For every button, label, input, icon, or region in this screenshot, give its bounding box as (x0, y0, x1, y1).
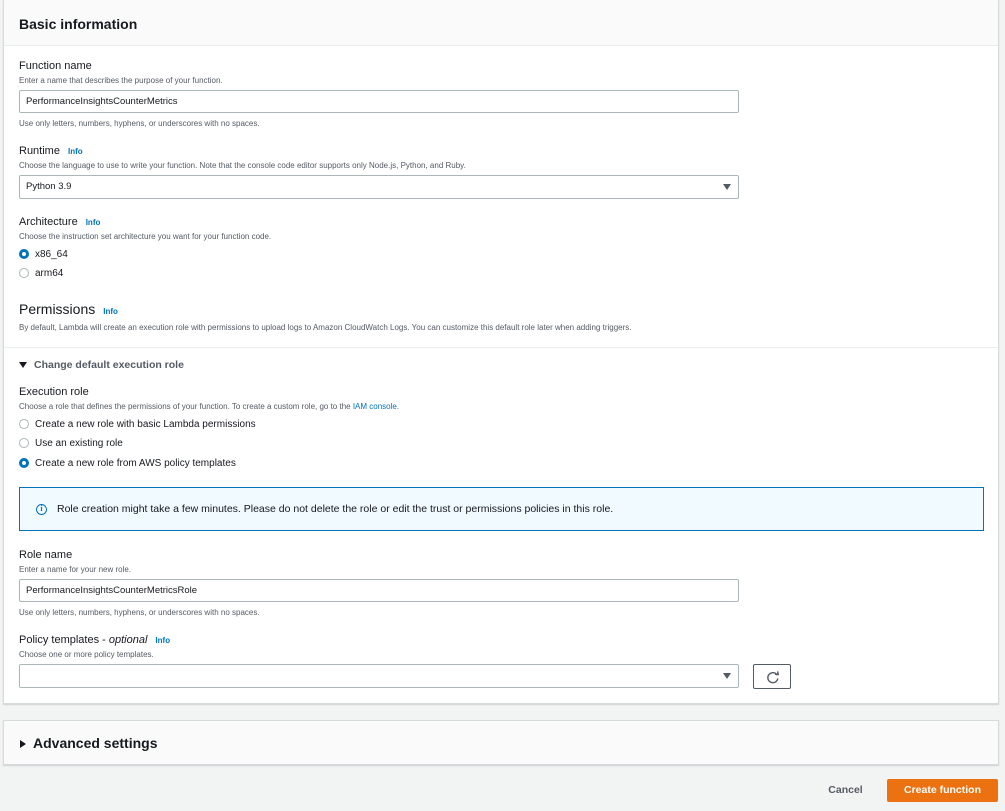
info-icon: i (36, 504, 47, 515)
execution-role-option-label: Create a new role with basic Lambda perm… (35, 418, 256, 430)
permissions-description: By default, Lambda will create an execut… (19, 323, 632, 332)
section-divider (4, 347, 998, 348)
panel-header: Basic information (4, 0, 998, 46)
permissions-title: Permissions (19, 301, 96, 317)
execution-role-option-label: Create a new role from AWS policy templa… (35, 457, 236, 469)
runtime-info-link[interactable]: Info (68, 147, 83, 156)
permissions-info-link[interactable]: Info (103, 307, 118, 316)
caret-down-icon (19, 362, 27, 369)
execution-role-option-basic[interactable]: Create a new role with basic Lambda perm… (19, 417, 256, 431)
role-name-input[interactable]: PerformanceInsightsCounterMetricsRole (19, 579, 739, 602)
role-creation-alert: i Role creation might take a few minutes… (19, 487, 984, 531)
function-name-description: Enter a name that describes the purpose … (19, 76, 223, 85)
execution-role-option-existing[interactable]: Use an existing role (19, 436, 123, 450)
change-default-role-label: Change default execution role (34, 359, 184, 371)
permissions-title-row: Permissions Info (19, 301, 118, 317)
alert-message: Role creation might take a few minutes. … (57, 503, 614, 515)
runtime-label-row: Runtime Info (19, 145, 83, 157)
change-default-role-toggle[interactable]: Change default execution role (19, 359, 184, 371)
radio-selected-icon (19, 458, 29, 468)
function-name-input[interactable]: PerformanceInsightsCounterMetrics (19, 90, 739, 113)
execution-role-option-templates[interactable]: Create a new role from AWS policy templa… (19, 456, 236, 470)
architecture-label-row: Architecture Info (19, 216, 100, 228)
architecture-option-arm64[interactable]: arm64 (19, 266, 63, 280)
execution-role-description: Choose a role that defines the permissio… (19, 402, 399, 411)
basic-information-panel: Basic information Function name Enter a … (3, 0, 999, 704)
create-function-button[interactable]: Create function (887, 779, 998, 802)
architecture-option-label: x86_64 (35, 248, 68, 260)
radio-unselected-icon (19, 438, 29, 448)
refresh-icon (767, 671, 780, 684)
runtime-select-value: Python 3.9 (26, 181, 72, 192)
policy-templates-optional: optional (108, 634, 148, 646)
advanced-settings-title: Advanced settings (33, 735, 158, 751)
architecture-label: Architecture (19, 216, 78, 228)
execution-role-description-suffix: . (396, 402, 400, 411)
panel-title: Basic information (19, 16, 138, 32)
role-name-hint: Use only letters, numbers, hyphens, or u… (19, 608, 260, 617)
runtime-select[interactable]: Python 3.9 (19, 175, 739, 199)
iam-console-link[interactable]: IAM console (353, 402, 397, 411)
architecture-option-label: arm64 (35, 267, 64, 279)
policy-templates-info-link[interactable]: Info (155, 636, 170, 645)
execution-role-description-text: Choose a role that defines the permissio… (19, 402, 353, 411)
policy-templates-description: Choose one or more policy templates. (19, 650, 154, 659)
cancel-button[interactable]: Cancel (818, 780, 873, 801)
radio-unselected-icon (19, 268, 29, 278)
caret-right-icon (20, 740, 26, 749)
role-name-label: Role name (19, 549, 73, 561)
radio-unselected-icon (19, 419, 29, 429)
function-name-label: Function name (19, 60, 92, 72)
policy-templates-select[interactable] (19, 664, 739, 688)
refresh-policy-templates-button[interactable] (753, 664, 791, 689)
radio-selected-icon (19, 249, 29, 259)
architecture-option-x86-64[interactable]: x86_64 (19, 247, 68, 261)
function-name-hint: Use only letters, numbers, hyphens, or u… (19, 119, 260, 128)
architecture-info-link[interactable]: Info (86, 218, 101, 227)
execution-role-option-label: Use an existing role (35, 437, 123, 449)
runtime-label: Runtime (19, 145, 60, 157)
execution-role-label: Execution role (19, 386, 89, 398)
policy-templates-label: Policy templates - (19, 634, 109, 646)
role-name-description: Enter a name for your new role. (19, 565, 132, 574)
advanced-settings-toggle[interactable]: Advanced settings (3, 720, 999, 765)
caret-down-icon (723, 673, 731, 679)
runtime-description: Choose the language to use to write your… (19, 161, 466, 170)
architecture-description: Choose the instruction set architecture … (19, 232, 272, 241)
caret-down-icon (723, 184, 731, 190)
advanced-settings-header: Advanced settings (20, 735, 157, 751)
policy-templates-label-row: Policy templates - optional Info (19, 634, 170, 646)
